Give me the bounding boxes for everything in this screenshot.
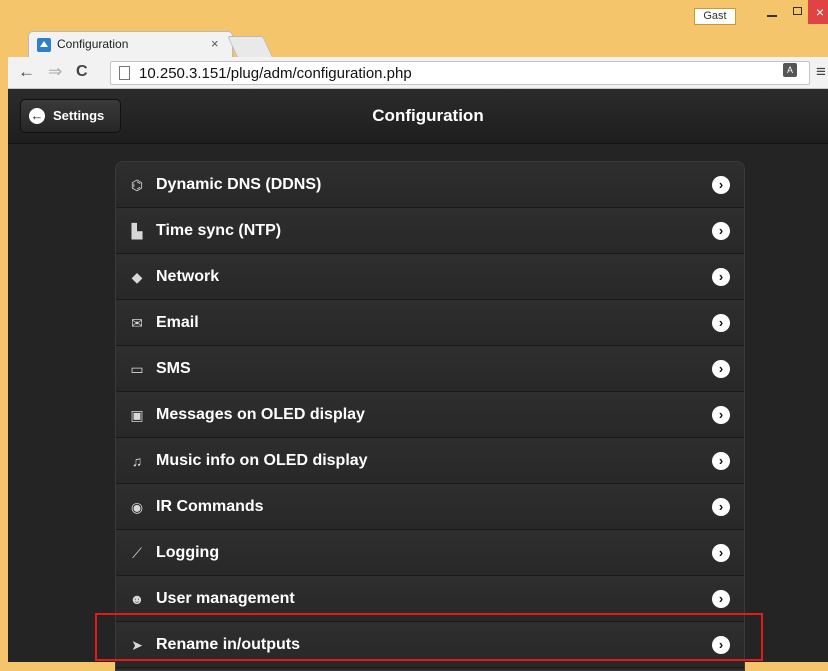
page-icon [119,66,130,80]
list-item-label: SMS [156,360,191,377]
reload-icon[interactable]: C [76,63,88,81]
highlight-box [95,613,763,661]
envelope-icon: ✉ [131,315,143,331]
configuration-list: ⌬ Dynamic DNS (DDNS) › ▙ Time sync (NTP)… [115,161,745,671]
page-title: Configuration [372,106,484,125]
window-border [0,30,8,662]
address-bar[interactable]: 10.250.3.151/plug/adm/configuration.php [110,61,810,85]
list-item-oled-music[interactable]: ♫ Music info on OLED display › [116,438,744,484]
list-item-ir-commands[interactable]: ◉ IR Commands › [116,484,744,530]
minimize-button[interactable] [758,0,786,24]
server-clock-icon: ▙ [131,223,143,239]
chevron-right-icon: › [712,498,730,516]
list-item-label: Time sync (NTP) [156,222,282,239]
list-item-network[interactable]: ◆ Network › [116,254,744,300]
menu-icon[interactable]: ≡ [816,63,826,81]
back-arrow-icon[interactable]: ← [18,62,35,82]
network-nodes-icon: ⌬ [130,177,144,193]
user-icon: ☻ [129,591,145,607]
chevron-right-icon: › [712,222,730,240]
ir-signal-icon: ◉ [130,499,144,515]
list-item-ntp[interactable]: ▙ Time sync (NTP) › [116,208,744,254]
app-content: ← Settings Configuration ⌬ Dynamic DNS (… [8,89,828,671]
list-item-label: Network [156,268,220,285]
chevron-right-icon: › [712,452,730,470]
music-note-icon: ♫ [131,453,143,469]
display-icon: ▣ [130,407,144,423]
chart-line-icon: ⟋ [132,545,142,561]
list-item-label: Logging [156,544,220,561]
user-badge[interactable]: Gast [694,8,736,25]
chevron-right-icon: › [712,544,730,562]
chevron-right-icon: › [712,268,730,286]
tab-configuration[interactable]: Configuration × [28,31,233,57]
chevron-right-icon: › [712,360,730,378]
list-item-label: Email [156,314,199,331]
list-item-label: IR Commands [156,498,264,515]
close-window-button[interactable]: × [808,0,828,24]
chevron-right-icon: › [712,406,730,424]
app-header: ← Settings Configuration [8,89,828,144]
new-tab-button[interactable] [227,36,273,57]
globe-icon: ◆ [131,269,143,285]
list-item-logging[interactable]: ⟋ Logging › [116,530,744,576]
list-item-label: Dynamic DNS (DDNS) [156,176,322,193]
list-item-email[interactable]: ✉ Email › [116,300,744,346]
browser-toolbar: ← ⇒ C 10.250.3.151/plug/adm/configuratio… [8,57,828,89]
site-favicon-icon [37,38,51,52]
list-item-label: Music info on OLED display [156,452,368,469]
tab-title: Configuration [57,37,129,51]
chevron-right-icon: › [712,590,730,608]
list-item-sms[interactable]: ▭ SMS › [116,346,744,392]
list-item-ddns[interactable]: ⌬ Dynamic DNS (DDNS) › [116,162,744,208]
list-item-label: User management [156,590,295,607]
tab-close-icon[interactable]: × [211,36,219,51]
chevron-right-icon: › [712,176,730,194]
chevron-right-icon: › [712,314,730,332]
list-item-label: Messages on OLED display [156,406,365,423]
url-text[interactable]: 10.250.3.151/plug/adm/configuration.php [139,65,412,82]
forward-arrow-icon[interactable]: ⇒ [48,62,62,82]
sms-icon: ▭ [130,361,144,377]
list-item-oled-messages[interactable]: ▣ Messages on OLED display › [116,392,744,438]
translate-icon[interactable]: A [783,63,797,77]
